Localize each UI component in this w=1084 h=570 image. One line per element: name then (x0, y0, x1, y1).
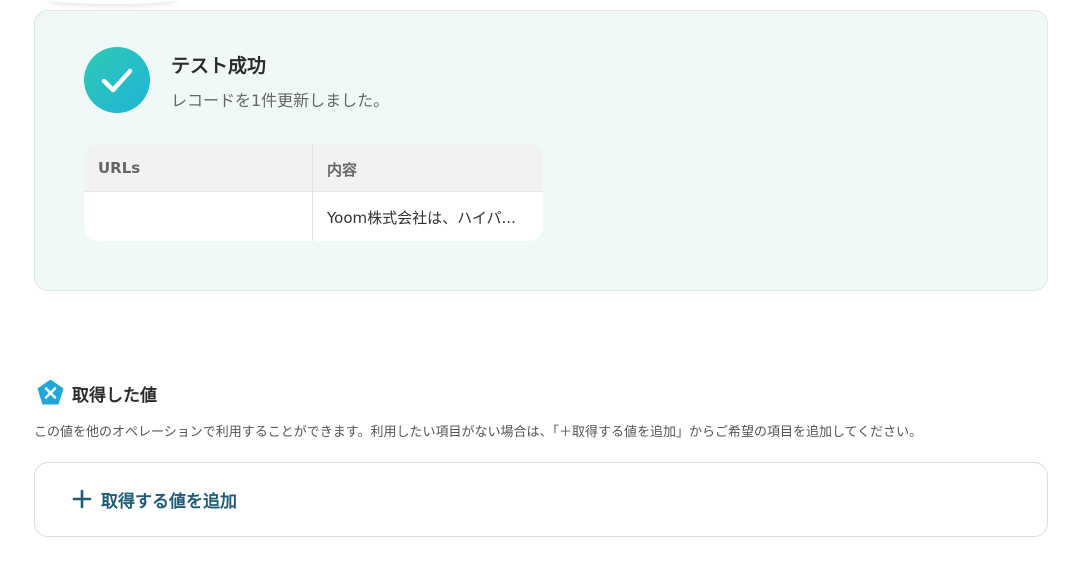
test-success-title: テスト成功 (171, 55, 267, 77)
acquired-values-description: この値を他のオペレーションで利用することができます。利用したい項目がない場合は、… (34, 425, 923, 440)
acquired-values-title: 取得した値 (72, 386, 157, 406)
add-acquired-value-button[interactable]: 取得する値を追加 (34, 462, 1048, 537)
add-acquired-value-label: 取得する値を追加 (101, 492, 237, 512)
table-header-content: 内容 (327, 161, 358, 179)
record-table: URLs 内容 Yoom株式会社は、ハイパ... (84, 144, 543, 241)
test-success-message: レコードを1件更新しました。 (171, 91, 390, 110)
plus-icon (72, 489, 92, 509)
card-shadow-fragment (48, 0, 178, 4)
test-result-card: テスト成功 レコードを1件更新しました。 URLs 内容 Yoom株式会社は、ハ… (34, 10, 1048, 291)
table-header-urls: URLs (98, 159, 141, 177)
success-check-icon (84, 47, 150, 113)
pentagon-x-icon (37, 379, 64, 405)
column-divider (312, 144, 313, 241)
table-header-row (84, 144, 543, 192)
table-cell-content: Yoom株式会社は、ハイパ... (327, 209, 516, 227)
